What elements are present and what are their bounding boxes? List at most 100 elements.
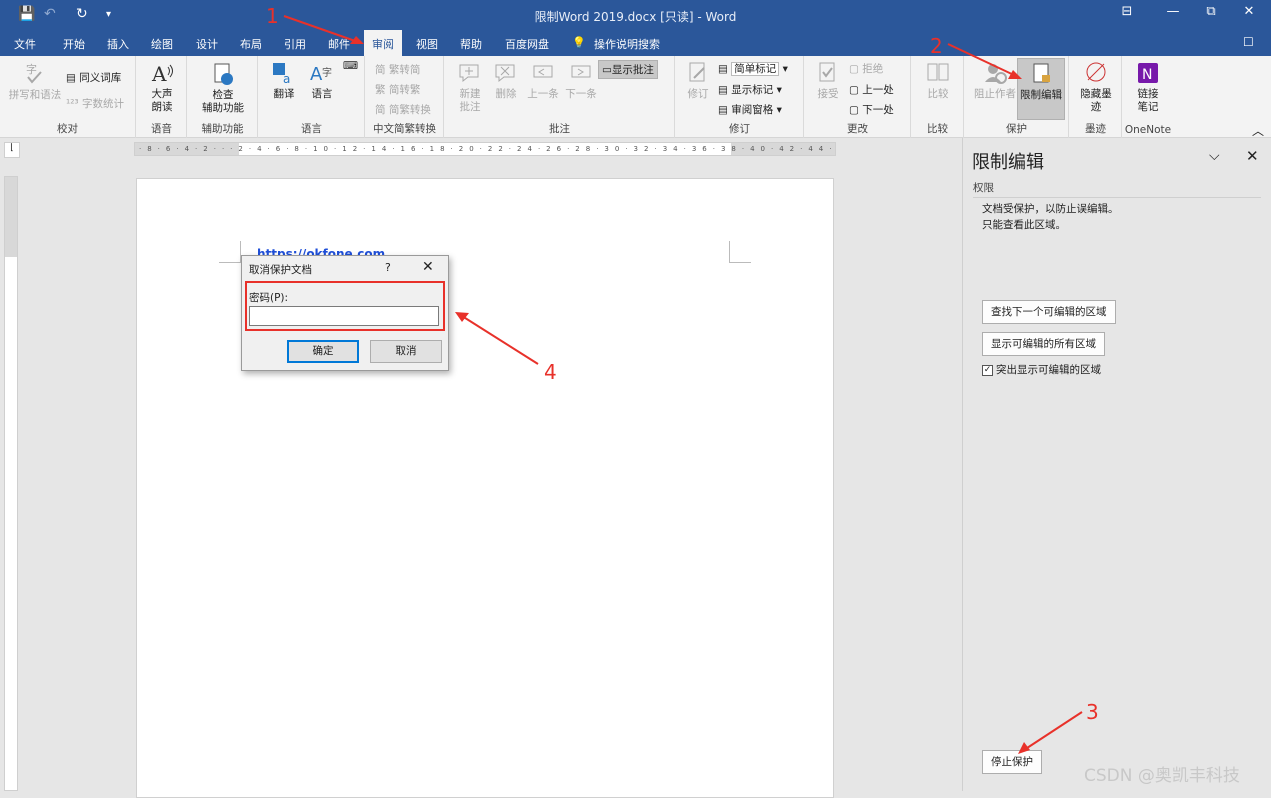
group-label-proofing: 校对	[57, 123, 78, 135]
tab-review[interactable]: 审阅	[364, 30, 402, 56]
group-label-comments: 批注	[549, 123, 570, 135]
highlight-regions-checkbox[interactable]: ✓ 突出显示可编辑的区域	[982, 362, 1101, 377]
hide-ink-icon	[1086, 62, 1106, 82]
read-aloud-label-1: 大声	[151, 88, 173, 100]
accept-button[interactable]: 接受	[811, 60, 845, 101]
tab-design[interactable]: 设计	[196, 36, 218, 52]
annotation-number-1: 1	[266, 4, 279, 28]
stop-protection-button[interactable]: 停止保护	[982, 750, 1042, 774]
spelling-icon: 字	[26, 62, 42, 84]
title-bar: 💾 ↶ ↻ ▾ 限制Word 2019.docx [只读] - Word ⊟ —…	[0, 0, 1271, 30]
ok-button[interactable]: 确定	[287, 340, 359, 363]
tab-references[interactable]: 引用	[284, 36, 306, 52]
compare-label: 比较	[927, 88, 949, 100]
group-compare: 比较 比较	[912, 56, 964, 138]
tab-file[interactable]: 文件	[14, 36, 36, 52]
comments-icon[interactable]: ☐	[1243, 35, 1254, 49]
translate-button[interactable]: a 翻译	[267, 60, 301, 101]
close-button[interactable]: ✕	[1234, 4, 1264, 19]
new-comment-button[interactable]: 新建 批注	[453, 60, 487, 114]
read-aloud-button[interactable]: A 大声 朗读	[143, 60, 181, 114]
word-count-button[interactable]: ¹²³ 字数统计	[66, 96, 124, 111]
help-icon[interactable]: ?	[385, 261, 391, 274]
linked-notes-label-2: 笔记	[1137, 101, 1159, 113]
restrict-editing-label: 限制编辑	[1020, 89, 1062, 101]
reject-label: 拒绝	[862, 63, 884, 75]
tab-view[interactable]: 视图	[416, 36, 438, 52]
next-change-label: 下一处	[862, 104, 894, 116]
trad-to-simp-button[interactable]: 简 繁转简	[375, 62, 420, 77]
restrict-editing-button[interactable]: 限制编辑	[1017, 58, 1065, 120]
window-title: 限制Word 2019.docx [只读] - Word	[534, 10, 737, 24]
group-protect: 阻止作者 限制编辑 保护	[965, 56, 1069, 138]
language-button[interactable]: A字 语言	[305, 60, 339, 101]
track-changes-button[interactable]: 修订	[682, 60, 714, 101]
dialog-close-icon[interactable]: ✕	[422, 259, 434, 275]
dialog-title: 取消保护文档	[249, 264, 312, 276]
collapse-ribbon-icon[interactable]: ︿	[1252, 122, 1264, 139]
group-label-accessibility: 辅助功能	[201, 123, 244, 135]
permissions-heading: 权限	[973, 180, 1261, 198]
crop-mark-right	[729, 241, 751, 263]
conversion-label: 简繁转换	[388, 104, 431, 116]
hide-ink-label-2: 迹	[1090, 101, 1102, 113]
tab-mailings[interactable]: 邮件	[328, 36, 350, 52]
next-change-button[interactable]: ▢ 下一处	[849, 102, 894, 117]
markup-dropdown[interactable]: ▤ 简单标记 ▾	[718, 61, 788, 76]
minimize-button[interactable]: —	[1158, 4, 1188, 19]
linked-notes-label-1: 链接	[1137, 88, 1159, 100]
delete-label: 删除	[495, 88, 517, 100]
group-label-tracking: 修订	[729, 123, 750, 135]
linked-notes-button[interactable]: N 链接 笔记	[1129, 60, 1167, 114]
prev-change-button[interactable]: ▢ 上一处	[849, 82, 894, 97]
delete-comment-button[interactable]: 删除	[489, 60, 523, 101]
tab-home[interactable]: 开始	[63, 36, 85, 52]
tab-baidu-netdisk[interactable]: 百度网盘	[505, 36, 549, 52]
hide-ink-button[interactable]: 隐藏墨 迹	[1076, 60, 1116, 114]
spelling-button[interactable]: 字 拼写和语法	[8, 61, 62, 102]
next-comment-icon	[571, 65, 591, 78]
show-all-regions-button[interactable]: 显示可编辑的所有区域	[982, 332, 1105, 356]
markup-value: 简单标记	[731, 62, 780, 76]
chevron-down-icon[interactable]: ⌵	[1209, 148, 1220, 164]
vertical-ruler[interactable]	[4, 176, 18, 791]
review-pane-button[interactable]: ▤ 审阅窗格 ▾	[718, 102, 782, 117]
cancel-button[interactable]: 取消	[370, 340, 442, 363]
keyboard-icon[interactable]: ⌨	[343, 60, 358, 72]
watermark: CSDN @奥凯丰科技	[1084, 766, 1240, 786]
show-comments-button[interactable]: ▭显示批注	[598, 60, 658, 79]
svg-text:字: 字	[322, 66, 332, 79]
block-authors-label: 阻止作者	[974, 88, 1016, 100]
prev-comment-icon	[533, 65, 553, 78]
prev-comment-button[interactable]: 上一条	[525, 60, 561, 101]
block-authors-button[interactable]: 阻止作者	[971, 60, 1019, 101]
hide-ink-label-1: 隐藏墨	[1080, 88, 1112, 100]
tab-insert[interactable]: 插入	[107, 36, 129, 52]
show-markup-button[interactable]: ▤ 显示标记 ▾	[718, 82, 782, 97]
conversion-button[interactable]: 简 简繁转换	[375, 102, 431, 117]
thesaurus-button[interactable]: ▤ 同义词库	[66, 70, 121, 85]
trad-to-simp-label: 繁转简	[388, 64, 421, 76]
ruler-ticks: ·8·6·4·2···2·4·6·8·10·12·14·16·18·20·22·…	[139, 145, 836, 153]
horizontal-ruler[interactable]: ·8·6·4·2···2·4·6·8·10·12·14·16·18·20·22·…	[134, 142, 836, 156]
tell-me-search[interactable]: 操作说明搜索	[594, 36, 660, 52]
ribbon-display-options-icon[interactable]: ⊟	[1112, 4, 1142, 19]
next-comment-button[interactable]: 下一条	[563, 60, 599, 101]
tab-layout[interactable]: 布局	[240, 36, 262, 52]
reject-button[interactable]: ▢ 拒绝	[849, 61, 883, 76]
find-next-region-button[interactable]: 查找下一个可编辑的区域	[982, 300, 1116, 324]
show-comments-label: 显示批注	[611, 64, 654, 76]
compare-button[interactable]: 比较	[920, 60, 956, 101]
tab-selector[interactable]: ⌊	[4, 142, 20, 158]
maximize-button[interactable]: ⧉	[1196, 4, 1226, 19]
onenote-icon: N	[1138, 63, 1158, 83]
prev-change-label: 上一处	[862, 84, 894, 96]
simp-to-trad-button[interactable]: 繁 简转繁	[375, 82, 420, 97]
tab-help[interactable]: 帮助	[460, 36, 482, 52]
check-label-1: 检查	[212, 89, 234, 101]
highlight-regions-label: 突出显示可编辑的区域	[996, 364, 1101, 376]
group-speech: A 大声 朗读 语音	[137, 56, 187, 138]
tab-draw[interactable]: 绘图	[151, 36, 173, 52]
check-accessibility-button[interactable]: 检查 辅助功能	[194, 61, 252, 115]
pane-close-icon[interactable]: ✕	[1246, 147, 1259, 165]
